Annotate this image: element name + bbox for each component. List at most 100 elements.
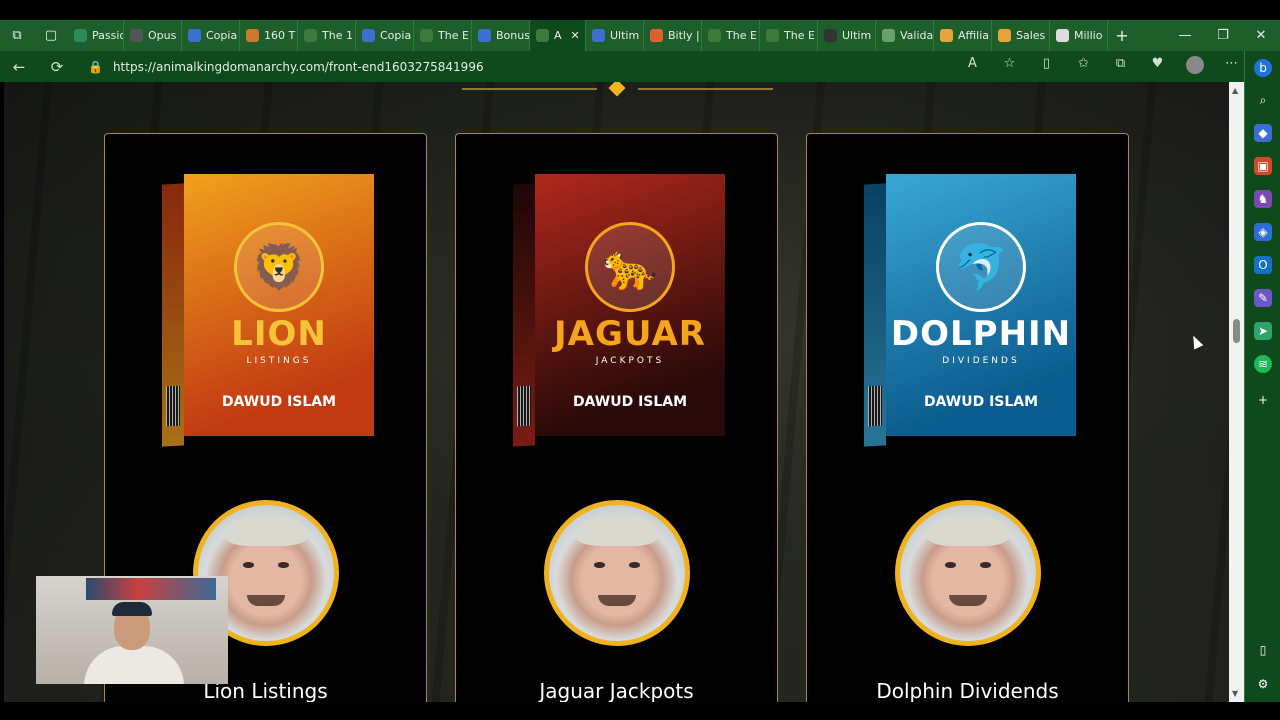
tab[interactable]: Passic bbox=[68, 20, 124, 51]
tab[interactable]: Affilia bbox=[934, 20, 992, 51]
split-screen-icon[interactable]: ▯ bbox=[1028, 56, 1065, 78]
tab-label: Opus bbox=[148, 29, 177, 42]
tab[interactable]: Millio bbox=[1050, 20, 1108, 51]
tab[interactable]: 160 T bbox=[240, 20, 298, 51]
author-portrait bbox=[544, 500, 690, 646]
minimize-icon[interactable]: — bbox=[1166, 28, 1204, 43]
tab[interactable]: Ultim bbox=[586, 20, 644, 51]
profile-icon[interactable] bbox=[1176, 55, 1213, 78]
bottom-letterbox bbox=[0, 702, 1280, 720]
tab-bar: ⧉ ▢ Passic Opus Copia 160 T The 1 Copia The E B… bbox=[0, 20, 1280, 51]
tab-favicon-icon bbox=[130, 29, 143, 42]
tab-favicon-icon bbox=[304, 29, 317, 42]
tab[interactable]: The E bbox=[702, 20, 760, 51]
screen: ⧉ ▢ Passic Opus Copia 160 T The 1 Copia The E B… bbox=[0, 0, 1280, 720]
extensions-icon[interactable]: ♥ bbox=[1139, 56, 1176, 78]
product-card[interactable]: 🐬 DOLPHIN DIVIDENDS DAWUD ISLAM Dolphin … bbox=[806, 133, 1129, 702]
barcode bbox=[517, 385, 531, 427]
tab-label: Sales bbox=[1016, 29, 1046, 42]
portrait-mouth bbox=[246, 594, 286, 606]
tab-label: Ultim bbox=[610, 29, 640, 42]
send-icon[interactable]: ➤ bbox=[1254, 322, 1272, 340]
shopping-icon[interactable]: ◆ bbox=[1254, 124, 1272, 142]
tab-favicon-icon bbox=[708, 29, 721, 42]
favorites-icon[interactable]: ✩ bbox=[1065, 56, 1102, 78]
tab-favicon-icon bbox=[478, 29, 491, 42]
scrollbar-thumb[interactable] bbox=[1233, 319, 1240, 343]
settings-icon[interactable]: ⚙ bbox=[1254, 675, 1272, 693]
tab[interactable]: Sales bbox=[992, 20, 1050, 51]
tab[interactable]: Copia bbox=[356, 20, 414, 51]
tab-label: The E bbox=[438, 29, 469, 42]
barcode bbox=[868, 385, 882, 427]
tab-actions-icon[interactable]: ▢ bbox=[34, 20, 68, 51]
scroll-up-icon[interactable]: ▲ bbox=[1232, 86, 1238, 95]
bing-icon[interactable]: b bbox=[1254, 59, 1272, 77]
restore-icon[interactable]: ❐ bbox=[1204, 28, 1242, 43]
sidebar-toggle-icon[interactable]: ▯ bbox=[1254, 641, 1272, 659]
designer-icon[interactable]: ✎ bbox=[1254, 289, 1272, 307]
refresh-icon[interactable]: ⟳ bbox=[38, 58, 76, 76]
portrait-eye bbox=[278, 562, 290, 568]
collections-icon[interactable]: ⧉ bbox=[1102, 56, 1139, 78]
tab-close-icon[interactable]: ✕ bbox=[571, 29, 580, 42]
spotify-icon[interactable]: ≋ bbox=[1254, 355, 1272, 373]
tab[interactable]: Copia bbox=[182, 20, 240, 51]
portrait-eye bbox=[242, 562, 254, 568]
box-face: 🦁 LION LISTINGS DAWUD ISLAM bbox=[184, 174, 374, 436]
tab[interactable]: The E bbox=[760, 20, 818, 51]
portrait-mouth bbox=[597, 594, 637, 606]
tab-favicon-icon bbox=[362, 29, 375, 42]
tab-favicon-icon bbox=[188, 29, 201, 42]
product-box-image: 🦁 LION LISTINGS DAWUD ISLAM bbox=[162, 174, 374, 447]
address-bar: ← ⟳ 🔒 https://animalkingdomanarchy.com/f… bbox=[0, 51, 1280, 82]
product-title: Jaguar Jackpots bbox=[539, 679, 694, 702]
read-aloud-icon[interactable]: A bbox=[954, 56, 991, 78]
box-subtitle: LISTINGS bbox=[246, 356, 312, 366]
webcam-overlay bbox=[36, 576, 228, 684]
tab-label: A bbox=[554, 29, 562, 42]
tab-strip: Passic Opus Copia 160 T The 1 Copia The E Bonus… bbox=[68, 20, 1108, 51]
add-icon[interactable]: + bbox=[1254, 391, 1272, 409]
portrait-mouth bbox=[948, 594, 988, 606]
box-author: DAWUD ISLAM bbox=[221, 394, 337, 410]
close-icon[interactable]: ✕ bbox=[1242, 28, 1280, 43]
box-word: JAGUAR bbox=[554, 314, 706, 354]
copilot-icon[interactable]: ◈ bbox=[1254, 223, 1272, 241]
tools-icon[interactable]: ▣ bbox=[1254, 157, 1272, 175]
tab-label: The 1 bbox=[322, 29, 353, 42]
search-icon[interactable]: ⌕ bbox=[1254, 91, 1272, 109]
divider-right bbox=[638, 88, 773, 90]
url-field[interactable]: 🔒 https://animalkingdomanarchy.com/front… bbox=[88, 55, 938, 79]
tab-label: Bitly | bbox=[668, 29, 700, 42]
box-side bbox=[513, 183, 535, 447]
tab[interactable]: Bitly | bbox=[644, 20, 702, 51]
plus-icon[interactable]: + bbox=[1108, 26, 1136, 45]
back-icon[interactable]: ← bbox=[0, 58, 38, 76]
tab[interactable]: Opus bbox=[124, 20, 182, 51]
tab-label: The E bbox=[726, 29, 757, 42]
box-face: 🐬 DOLPHIN DIVIDENDS DAWUD ISLAM bbox=[886, 174, 1076, 436]
scroll-down-icon[interactable]: ▼ bbox=[1232, 689, 1238, 698]
tab-label: Millio bbox=[1074, 29, 1103, 42]
games-icon[interactable]: ♞ bbox=[1254, 190, 1272, 208]
tab[interactable]: Bonus bbox=[472, 20, 530, 51]
tab-favicon-icon bbox=[246, 29, 259, 42]
box-word: DOLPHIN bbox=[890, 314, 1072, 354]
tab[interactable]: Valida bbox=[876, 20, 934, 51]
outlook-icon[interactable]: O bbox=[1254, 256, 1272, 274]
scrollbar[interactable]: ▲ ▼ bbox=[1229, 82, 1244, 702]
product-card[interactable]: 🐆 JAGUAR JACKPOTS DAWUD ISLAM Jaguar Jac… bbox=[455, 133, 778, 702]
box-word: LION bbox=[231, 314, 327, 354]
tab-favicon-icon bbox=[998, 29, 1011, 42]
portrait-hair bbox=[576, 515, 658, 546]
tab[interactable]: A ✕ bbox=[530, 20, 586, 51]
tab[interactable]: The 1 bbox=[298, 20, 356, 51]
webcam-person-body bbox=[84, 646, 184, 684]
tab-favicon-icon bbox=[882, 29, 895, 42]
lock-icon: 🔒 bbox=[88, 59, 103, 74]
tab[interactable]: The E bbox=[414, 20, 472, 51]
workspaces-icon[interactable]: ⧉ bbox=[0, 20, 34, 51]
star-icon[interactable]: ☆ bbox=[991, 56, 1028, 78]
tab[interactable]: Ultim bbox=[818, 20, 876, 51]
